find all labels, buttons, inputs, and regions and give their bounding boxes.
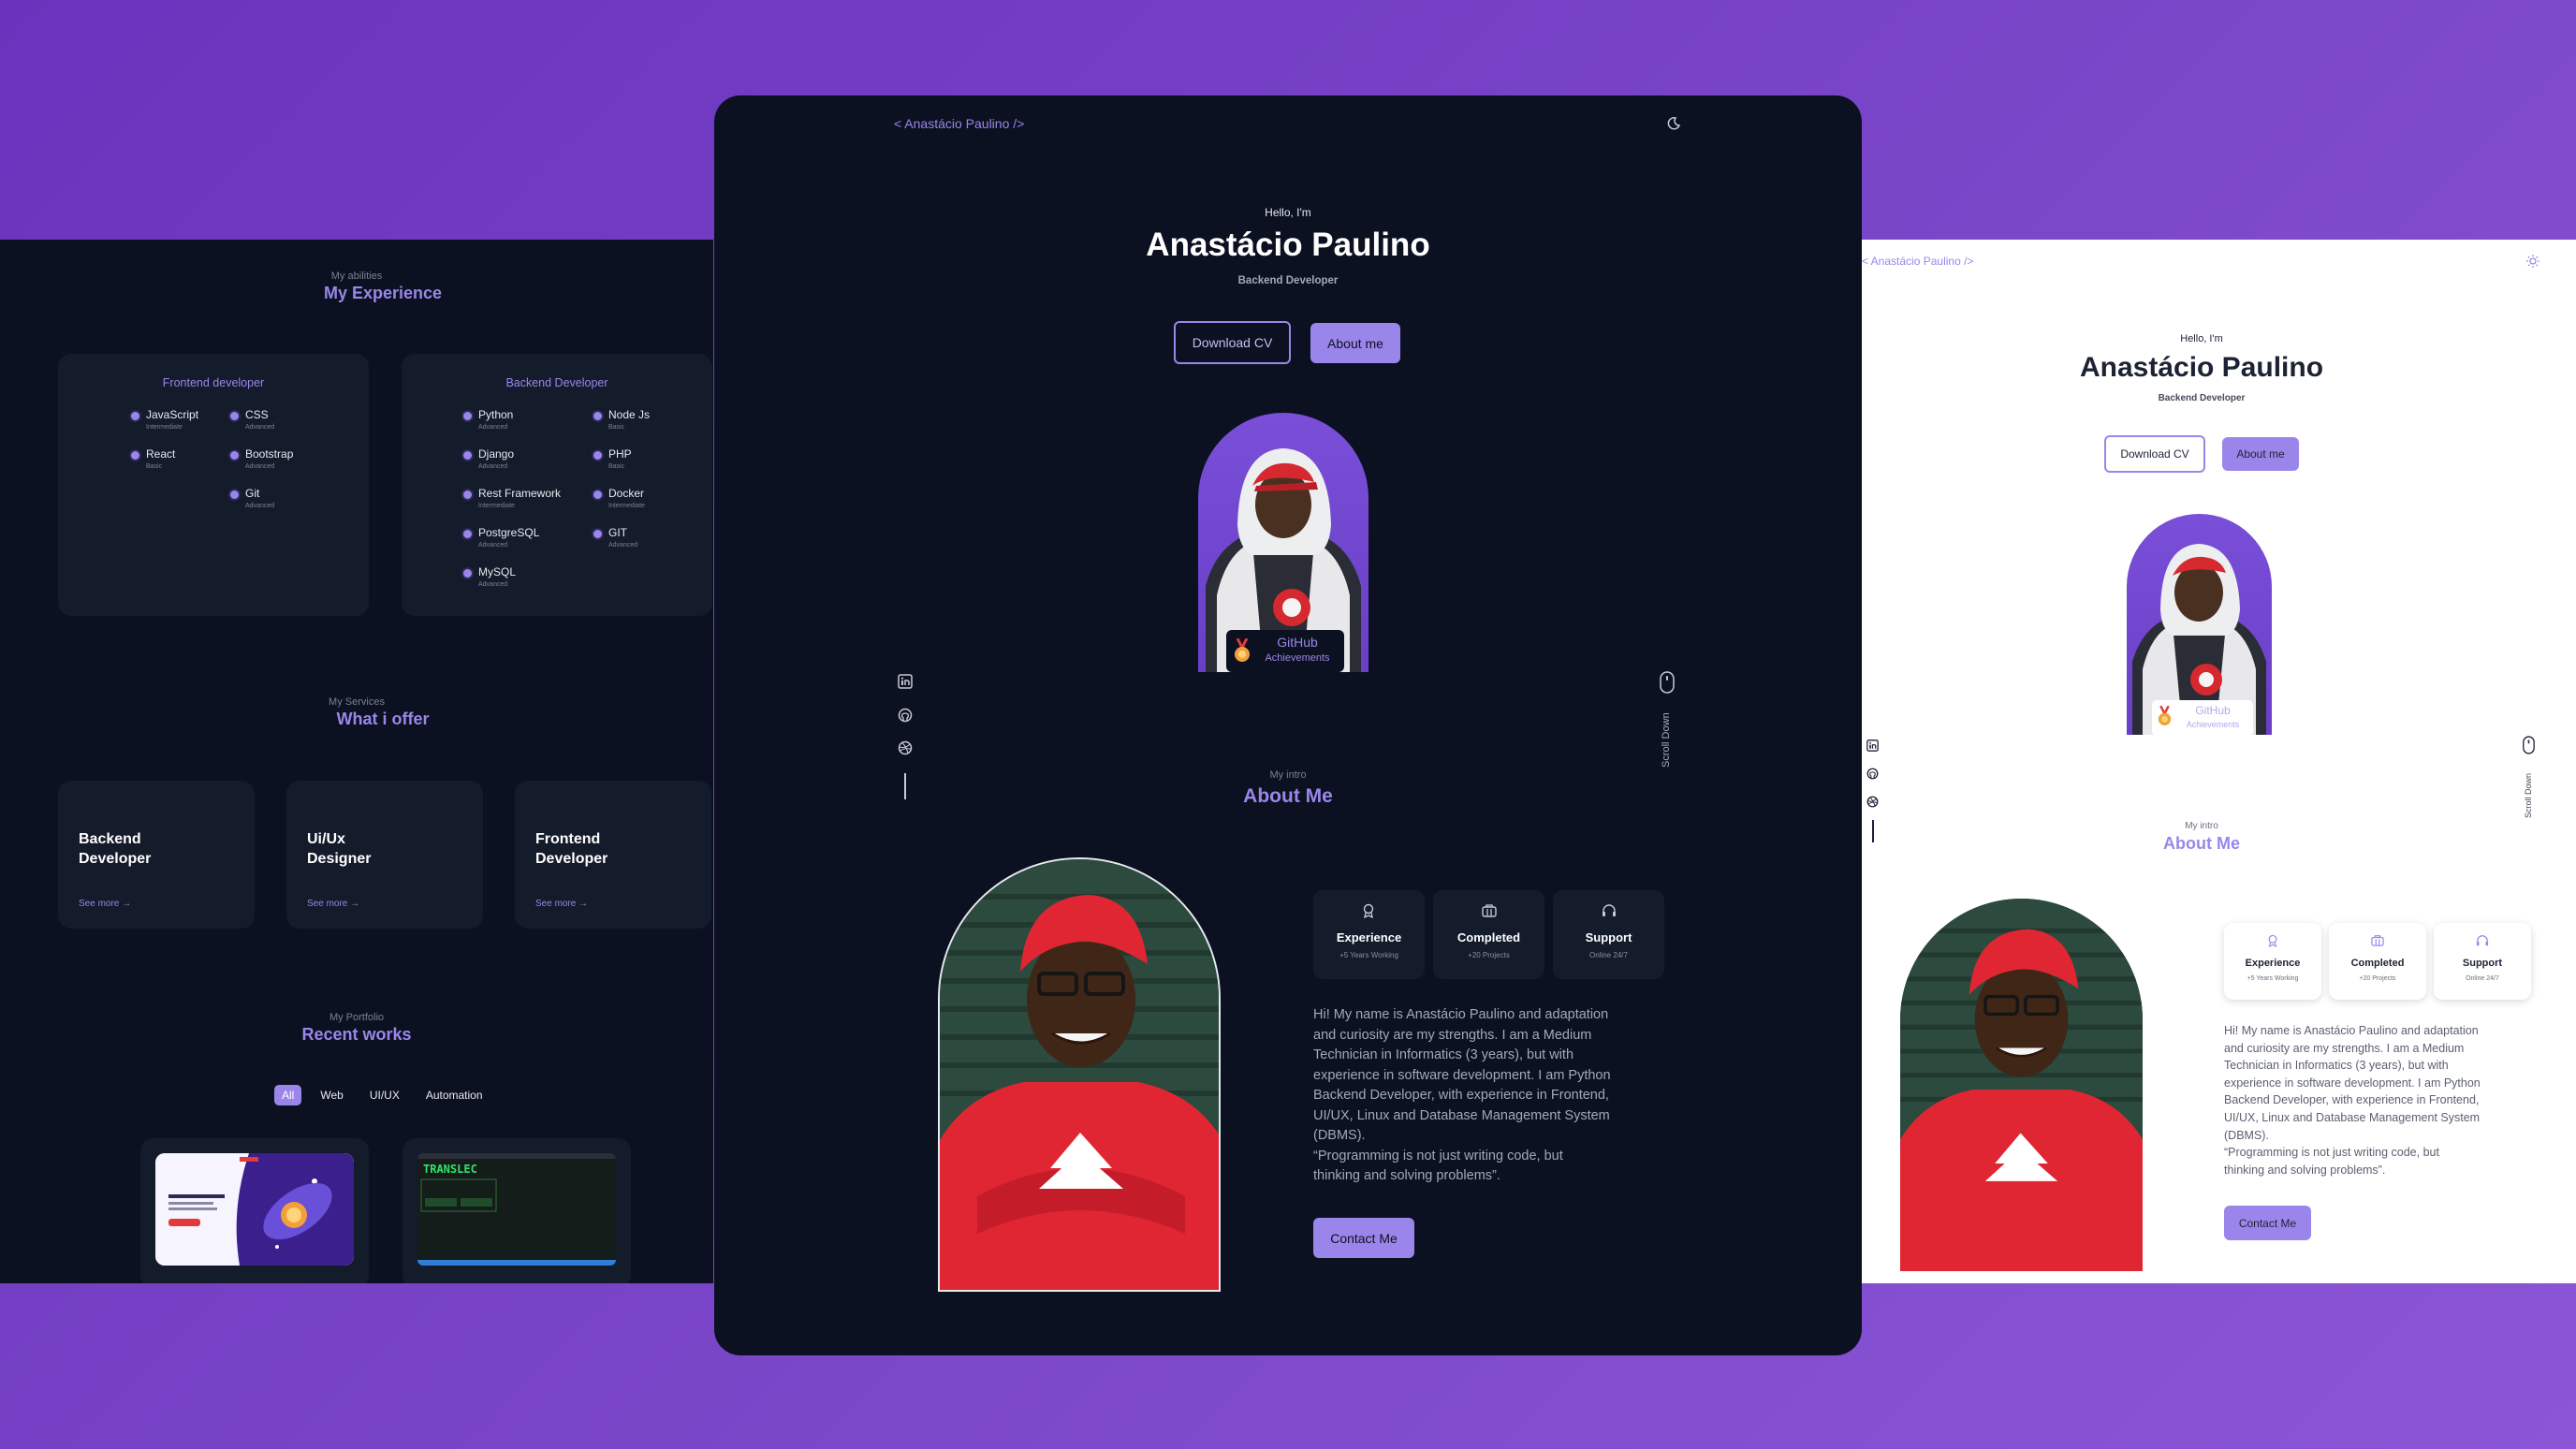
award-icon: [1362, 903, 1375, 918]
hero-greeting: Hello, I'm: [1265, 206, 1311, 219]
service-card-frontend[interactable]: Frontend Developer See more →: [515, 781, 711, 929]
scroll-down-label[interactable]: Scroll Down: [2524, 773, 2533, 818]
services-title: What i offer: [336, 710, 430, 728]
portfolio-card[interactable]: TRANSLEC: [402, 1138, 631, 1283]
briefcase-icon: [2371, 934, 2384, 946]
about-title: About Me: [1243, 785, 1333, 807]
briefcase-icon: [1482, 903, 1497, 917]
stat-completed: Completed +20 Projects: [1433, 890, 1544, 979]
see-more-link[interactable]: See more →: [535, 899, 588, 909]
about-photo: [938, 857, 1221, 1292]
filter-all[interactable]: All: [274, 1085, 302, 1105]
linkedin-icon[interactable]: [1866, 739, 1879, 752]
download-cv-button[interactable]: Download CV: [2104, 435, 2205, 473]
about-title: About Me: [2163, 834, 2240, 853]
mouse-icon[interactable]: [2523, 736, 2535, 754]
frontend-card: Frontend developer JavaScript Intermediat…: [58, 354, 369, 616]
experience-panel: My abilities My Experience Frontend deve…: [0, 240, 713, 1283]
portfolio-card[interactable]: [140, 1138, 369, 1283]
service-card-backend[interactable]: Backend Developer See more →: [58, 781, 255, 929]
hero-role: Backend Developer: [2158, 393, 2246, 403]
hero-name: Anastácio Paulino: [2079, 352, 2324, 383]
services-subtitle: My Services: [329, 696, 385, 708]
filter-uiux[interactable]: UI/UX: [362, 1085, 407, 1105]
portfolio-filters: All Web UI/UX Automation: [274, 1085, 490, 1105]
experience-title: My Experience: [323, 284, 443, 302]
github-achievements-badge[interactable]: GitHub Achievements: [2152, 700, 2253, 736]
thumb-title: TRANSLEC: [423, 1163, 477, 1176]
about-me-button[interactable]: About me: [1310, 323, 1400, 363]
linkedin-icon[interactable]: [898, 674, 913, 689]
portfolio-subtitle: My Portfolio: [329, 1012, 385, 1023]
download-cv-button[interactable]: Download CV: [1174, 321, 1291, 364]
award-icon: [2267, 934, 2278, 947]
contact-me-button[interactable]: Contact Me: [2224, 1206, 2311, 1240]
backend-card-title: Backend Developer: [505, 376, 608, 389]
contact-me-button[interactable]: Contact Me: [1313, 1218, 1414, 1258]
logo-link[interactable]: < Anastácio Paulino />: [894, 116, 1024, 131]
portfolio-thumbnail: [155, 1153, 354, 1266]
about-subtitle: My intro: [1269, 769, 1307, 781]
sun-icon[interactable]: [2526, 255, 2539, 268]
service-card-uiux[interactable]: Ui/Ux Designer See more →: [286, 781, 483, 929]
medal-icon: [2158, 706, 2172, 726]
scroll-down-label[interactable]: Scroll Down: [1661, 712, 1672, 768]
about-photo: [1900, 899, 2143, 1271]
filter-automation[interactable]: Automation: [418, 1085, 490, 1105]
stat-completed: Completed +20 Projects: [2329, 923, 2426, 1000]
moon-icon[interactable]: [1666, 116, 1681, 131]
github-icon[interactable]: [898, 708, 913, 723]
light-theme-panel: < Anastácio Paulino /> Hello, I'm Anastá…: [1862, 240, 2576, 1283]
hero-greeting: Hello, I'm: [2180, 333, 2223, 344]
about-text: Hi! My name is Anastácio Paulino and ada…: [1313, 1007, 1611, 1183]
about-text: Hi! My name is Anastácio Paulino and ada…: [2224, 1024, 2481, 1177]
hero-role: Backend Developer: [1237, 275, 1339, 286]
hero-name: Anastácio Paulino: [1146, 227, 1430, 263]
backend-card: Backend Developer Python Advanced Node Js…: [402, 354, 712, 616]
github-achievements-badge[interactable]: GitHub Achievements: [1226, 630, 1344, 672]
portfolio-title: Recent works: [301, 1025, 412, 1044]
stat-experience: Experience +5 Years Working: [2224, 923, 2321, 1000]
main-dark-page: < Anastácio Paulino /> Hello, I'm Anastá…: [714, 95, 1862, 1355]
medal-icon: [1234, 638, 1251, 663]
stat-experience: Experience +5 Years Working: [1313, 890, 1425, 979]
experience-subtitle: My abilities: [330, 271, 383, 282]
filter-web[interactable]: Web: [313, 1085, 350, 1105]
mouse-icon[interactable]: [1660, 671, 1675, 694]
about-me-button[interactable]: About me: [2222, 437, 2299, 471]
frontend-card-title: Frontend developer: [162, 376, 265, 389]
dribbble-icon[interactable]: [1866, 796, 1879, 808]
portfolio-thumbnail: TRANSLEC: [417, 1153, 616, 1266]
github-icon[interactable]: [1866, 768, 1879, 780]
headset-icon: [2476, 934, 2489, 947]
stat-support: Support Online 24/7: [2434, 923, 2531, 1000]
about-subtitle: My intro: [2185, 821, 2218, 831]
see-more-link[interactable]: See more →: [307, 899, 359, 909]
see-more-link[interactable]: See more →: [79, 899, 131, 909]
dribbble-icon[interactable]: [898, 740, 913, 755]
logo-link[interactable]: < Anastácio Paulino />: [1862, 255, 1973, 268]
stat-support: Support Online 24/7: [1553, 890, 1664, 979]
headset-icon: [1602, 903, 1617, 918]
